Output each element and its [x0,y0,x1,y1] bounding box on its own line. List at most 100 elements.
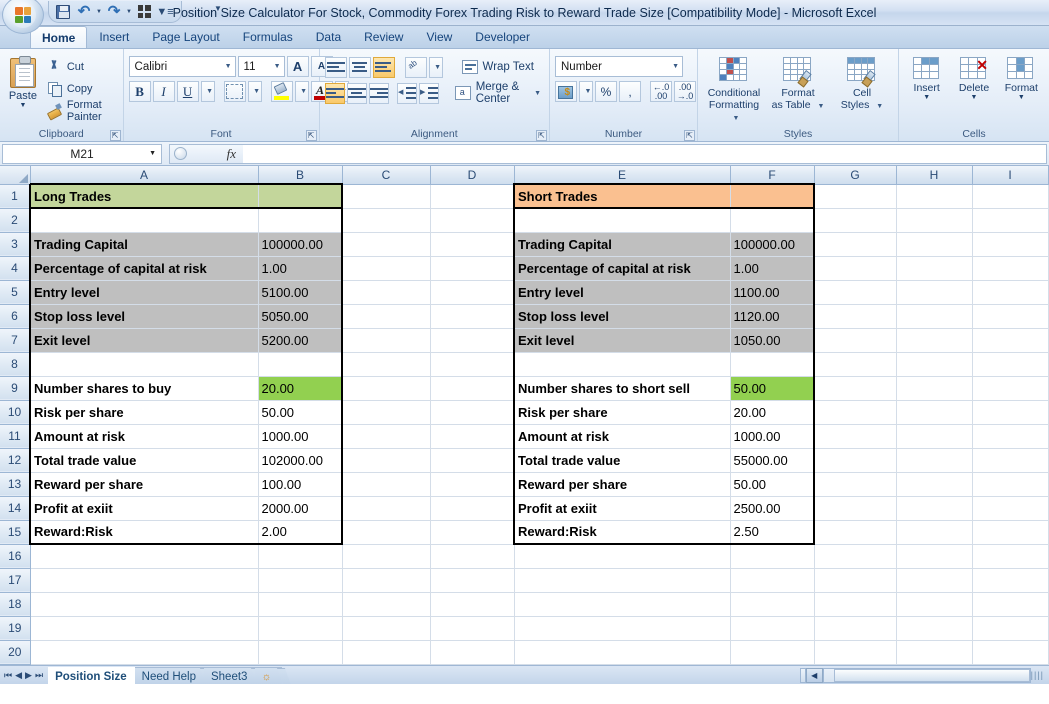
cell-G14[interactable] [814,496,897,521]
cell-I4[interactable] [972,256,1049,281]
cell-I9[interactable] [972,376,1049,401]
cell-H11[interactable] [896,424,973,449]
tab-insert[interactable]: Insert [88,27,140,48]
row-header-14[interactable]: 14 [0,496,31,521]
decrease-indent-button[interactable] [396,82,417,104]
cell-H10[interactable] [896,400,973,425]
cell-H12[interactable] [896,448,973,473]
horizontal-scrollbar[interactable]: ◀ |||| [799,666,1049,685]
cell-E12[interactable]: Total trade value [513,448,731,473]
cell-H18[interactable] [896,592,973,617]
accounting-format-button[interactable] [555,81,577,102]
cell-A8[interactable] [29,352,259,377]
next-sheet-icon[interactable]: ▶ [25,670,32,681]
cell-A9[interactable]: Number shares to buy [29,376,259,401]
align-center-button[interactable] [346,82,367,104]
increase-decimal-button[interactable]: ←.0.00 [650,81,672,102]
cell-B18[interactable] [258,592,343,617]
copy-button[interactable]: Copy [44,79,118,98]
row-header-12[interactable]: 12 [0,448,31,473]
borders-button[interactable] [223,81,246,102]
cell-I2[interactable] [972,208,1049,233]
cell-E2[interactable] [513,207,731,233]
first-sheet-icon[interactable]: ⏮ [4,670,12,681]
cell-C4[interactable] [342,256,431,281]
cell-F5[interactable]: 1100.00 [730,280,815,305]
row-header-13[interactable]: 13 [0,472,31,497]
row-header-15[interactable]: 15 [0,520,31,545]
tab-developer[interactable]: Developer [464,27,541,48]
cell-G12[interactable] [814,448,897,473]
cell-I16[interactable] [972,544,1049,569]
cell-A20[interactable] [30,640,259,665]
cell-I3[interactable] [972,232,1049,257]
cell-E3[interactable]: Trading Capital [513,232,731,257]
underline-button[interactable]: U [176,81,199,102]
tab-formulas[interactable]: Formulas [232,27,304,48]
cell-E8[interactable] [513,352,731,377]
format-dropdown-icon[interactable]: ▼ [999,94,1044,101]
cell-G19[interactable] [814,616,897,641]
sheet-tab-sheet3[interactable]: Sheet3 [203,666,257,684]
cell-D13[interactable] [430,472,515,497]
row-header-10[interactable]: 10 [0,400,31,425]
cell-C15[interactable] [342,520,431,545]
cell-D20[interactable] [430,640,515,665]
formula-input[interactable] [243,143,1047,164]
cell-F16[interactable] [730,544,815,569]
cell-H6[interactable] [896,304,973,329]
cell-B1[interactable] [258,183,343,209]
cell-B20[interactable] [258,640,343,665]
align-middle-button[interactable] [348,56,371,78]
paste-dropdown-icon[interactable]: ▼ [5,102,41,109]
wrap-text-button[interactable]: Wrap Text [459,56,537,78]
cell-E13[interactable]: Reward per share [513,472,731,497]
cell-A13[interactable]: Reward per share [29,472,259,497]
cell-B6[interactable]: 5050.00 [258,304,343,329]
cell-H1[interactable] [896,184,973,209]
cell-E18[interactable] [514,592,731,617]
row-header-20[interactable]: 20 [0,640,31,665]
cell-D12[interactable] [430,448,515,473]
cell-B5[interactable]: 5100.00 [258,280,343,305]
fill-color-dropdown-icon[interactable]: ▼ [294,81,309,102]
font-name-combo[interactable]: Calibri ▼ [128,56,236,77]
percent-style-button[interactable]: % [595,81,617,102]
cell-A14[interactable]: Profit at exiit [29,496,259,521]
cell-C11[interactable] [342,424,431,449]
cell-C2[interactable] [342,208,431,233]
column-header-a[interactable]: A [30,166,259,185]
cell-C9[interactable] [342,376,431,401]
italic-button[interactable]: I [152,81,175,102]
column-header-b[interactable]: B [258,166,343,185]
cell-A19[interactable] [30,616,259,641]
cell-C12[interactable] [342,448,431,473]
column-header-i[interactable]: I [972,166,1049,185]
cell-G15[interactable] [814,520,897,545]
orientation-button[interactable] [404,56,427,78]
align-bottom-button[interactable] [372,56,395,78]
align-top-button[interactable] [324,56,347,78]
cell-D10[interactable] [430,400,515,425]
cell-H16[interactable] [896,544,973,569]
cell-H5[interactable] [896,280,973,305]
comma-style-button[interactable]: , [619,81,641,102]
cell-B13[interactable]: 100.00 [258,472,343,497]
cell-G13[interactable] [814,472,897,497]
cell-G9[interactable] [814,376,897,401]
alignment-dialog-launcher-icon[interactable]: ⇱ [536,130,547,141]
cell-A3[interactable]: Trading Capital [29,232,259,257]
align-left-button[interactable] [324,82,345,104]
row-header-16[interactable]: 16 [0,544,31,569]
cell-H13[interactable] [896,472,973,497]
insert-dropdown-icon[interactable]: ▼ [904,94,949,101]
cell-G2[interactable] [814,208,897,233]
row-header-6[interactable]: 6 [0,304,31,329]
cell-D16[interactable] [430,544,515,569]
cell-D15[interactable] [430,520,515,545]
align-right-button[interactable] [368,82,389,104]
cell-C1[interactable] [342,184,431,209]
cell-C17[interactable] [342,568,431,593]
cell-C8[interactable] [342,352,431,377]
cell-D6[interactable] [430,304,515,329]
